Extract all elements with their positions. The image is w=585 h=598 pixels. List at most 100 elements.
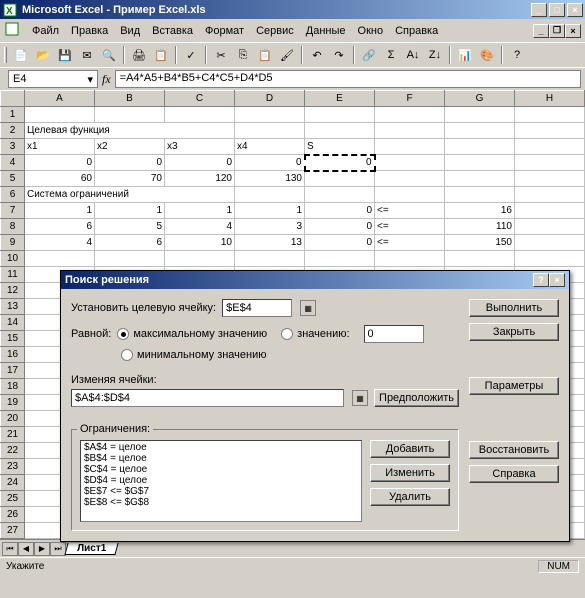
doc-close-button[interactable]: × [565,24,581,38]
radio-min[interactable]: минимальному значению [121,349,267,361]
sheet-tab-active[interactable]: Лист1 [64,543,118,555]
format-painter-icon[interactable]: 🖌 [277,45,297,65]
doc-restore-button[interactable]: ❐ [549,24,565,38]
col-header[interactable]: F [375,91,445,107]
close-button[interactable]: Закрыть [469,323,559,341]
sort-asc-icon[interactable]: A↓ [403,45,423,65]
print-icon[interactable]: 🖨 [129,45,149,65]
tab-next-icon[interactable]: ▶ [34,542,50,556]
ref-picker-icon[interactable]: ▦ [352,390,368,406]
edit-button[interactable]: Изменить [370,464,450,482]
list-item[interactable]: $C$4 = целое [82,464,360,475]
radio-max[interactable]: максимальному значению [117,328,267,340]
delete-button[interactable]: Удалить [370,488,450,506]
undo-icon[interactable]: ↶ [307,45,327,65]
row-header[interactable]: 3 [1,139,25,155]
dialog-titlebar[interactable]: Поиск решения ? × [61,271,569,289]
row-header[interactable]: 15 [1,331,25,347]
row-header[interactable]: 10 [1,251,25,267]
col-header[interactable]: E [305,91,375,107]
name-box[interactable]: E4▾ [8,70,98,88]
minimize-button[interactable]: _ [531,3,547,17]
mail-icon[interactable]: ✉ [77,45,97,65]
col-header[interactable]: D [235,91,305,107]
row-header[interactable]: 14 [1,315,25,331]
col-header[interactable]: A [25,91,95,107]
row-header[interactable]: 1 [1,107,25,123]
row-header[interactable]: 27 [1,523,25,539]
help-button[interactable]: Справка [469,465,559,483]
search-icon[interactable]: 🔍 [99,45,119,65]
paste-icon[interactable]: 📋 [255,45,275,65]
list-item[interactable]: $A$4 = целое [82,442,360,453]
chart-icon[interactable]: 📊 [455,45,475,65]
row-header[interactable]: 2 [1,123,25,139]
select-all[interactable] [1,91,25,107]
target-cell-input[interactable]: $E$4 [222,299,292,317]
sum-icon[interactable]: Σ [381,45,401,65]
row-header[interactable]: 25 [1,491,25,507]
new-icon[interactable]: 📄 [11,45,31,65]
col-header[interactable]: C [165,91,235,107]
radio-value[interactable]: значению: [281,328,349,340]
menu-tools[interactable]: Сервис [250,23,300,39]
execute-button[interactable]: Выполнить [469,299,559,317]
preview-icon[interactable]: 📋 [151,45,171,65]
list-item[interactable]: $E$7 <= $G$7 [82,486,360,497]
open-icon[interactable]: 📂 [33,45,53,65]
close-button[interactable]: × [567,3,583,17]
row-header[interactable]: 18 [1,379,25,395]
row-header[interactable]: 9 [1,235,25,251]
col-header[interactable]: H [515,91,585,107]
row-header[interactable]: 8 [1,219,25,235]
row-header[interactable]: 20 [1,411,25,427]
redo-icon[interactable]: ↷ [329,45,349,65]
cut-icon[interactable]: ✂ [211,45,231,65]
row-header[interactable]: 24 [1,475,25,491]
col-header[interactable]: G [445,91,515,107]
row-header[interactable]: 21 [1,427,25,443]
add-button[interactable]: Добавить [370,440,450,458]
list-item[interactable]: $E$8 <= $G$8 [82,497,360,508]
tab-prev-icon[interactable]: ◀ [18,542,34,556]
cell[interactable]: Целевая функция [25,123,235,139]
menu-view[interactable]: Вид [114,23,146,39]
dialog-help-button[interactable]: ? [533,273,549,287]
sort-desc-icon[interactable]: Z↓ [425,45,445,65]
row-header[interactable]: 19 [1,395,25,411]
row-header[interactable]: 6 [1,187,25,203]
doc-minimize-button[interactable]: _ [533,24,549,38]
restore-button[interactable]: Восстановить [469,441,559,459]
formula-input[interactable]: =A4*A5+B4*B5+C4*C5+D4*D5 [115,70,581,88]
row-header[interactable]: 16 [1,347,25,363]
drawing-icon[interactable]: 🎨 [477,45,497,65]
copy-icon[interactable]: ⎘ [233,45,253,65]
row-header[interactable]: 17 [1,363,25,379]
col-header[interactable]: B [95,91,165,107]
value-input[interactable]: 0 [364,325,424,343]
save-icon[interactable]: 💾 [55,45,75,65]
guess-button[interactable]: Предположить [374,389,459,407]
menu-edit[interactable]: Правка [65,23,114,39]
row-header[interactable]: 4 [1,155,25,171]
dialog-close-button[interactable]: × [549,273,565,287]
row-header[interactable]: 5 [1,171,25,187]
menu-format[interactable]: Формат [199,23,250,39]
row-header[interactable]: 11 [1,267,25,283]
row-header[interactable]: 12 [1,283,25,299]
spell-icon[interactable]: ✓ [181,45,201,65]
link-icon[interactable]: 🔗 [359,45,379,65]
maximize-button[interactable]: □ [549,3,565,17]
cell-selected[interactable]: 0 [305,155,375,171]
menu-window[interactable]: Окно [352,23,390,39]
help-icon[interactable]: ? [507,45,527,65]
menu-help[interactable]: Справка [389,23,444,39]
menu-file[interactable]: Файл [26,23,65,39]
constraints-list[interactable]: $A$4 = целое $B$4 = целое $C$4 = целое $… [80,440,362,522]
menu-data[interactable]: Данные [300,23,352,39]
changing-cells-input[interactable]: $A$4:$D$4 [71,389,344,407]
fx-icon[interactable]: fx [102,72,111,87]
row-header[interactable]: 22 [1,443,25,459]
list-item[interactable]: $D$4 = целое [82,475,360,486]
ref-picker-icon[interactable]: ▦ [300,300,316,316]
